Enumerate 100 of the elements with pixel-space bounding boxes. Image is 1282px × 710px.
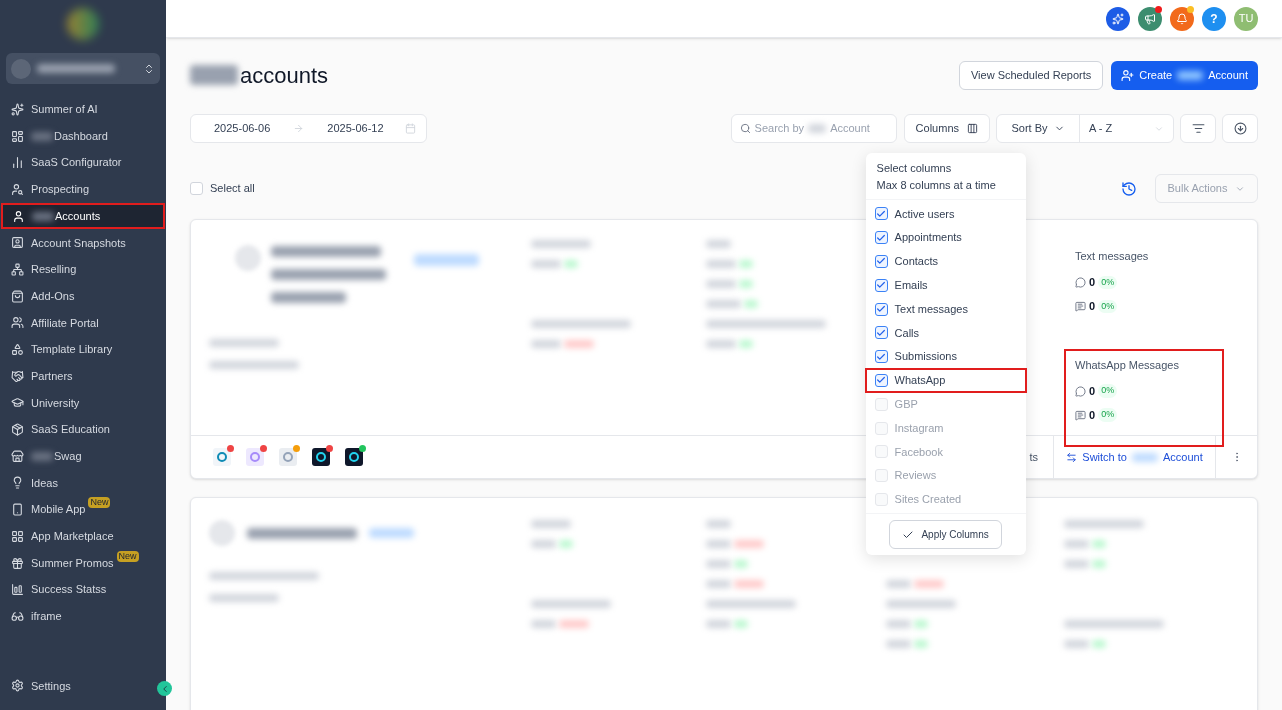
- sidebar-item[interactable]: App Marketplace: [0, 523, 166, 550]
- sidebar-item[interactable]: Partners: [0, 362, 166, 390]
- glasses-icon: [11, 609, 24, 623]
- checkbox[interactable]: [874, 350, 888, 364]
- sidebar-item[interactable]: Prospecting: [0, 176, 166, 203]
- history-icon[interactable]: [1121, 180, 1137, 197]
- blurred-text: [1177, 70, 1204, 80]
- column-option-label: WhatsApp: [894, 373, 946, 389]
- sidebar-item[interactable]: Ideas: [0, 469, 166, 497]
- integration-icon[interactable]: [345, 448, 363, 466]
- settings-icon: [11, 679, 24, 693]
- bag-icon: [11, 289, 24, 303]
- column-option-label: Contacts: [894, 254, 938, 270]
- blurred-avatar: [209, 520, 235, 546]
- check-icon: [876, 208, 887, 219]
- column-option[interactable]: WhatsApp: [865, 368, 1026, 393]
- column-option[interactable]: Calls: [865, 321, 1026, 345]
- checkbox[interactable]: [874, 255, 888, 268]
- blurred-text: [414, 254, 479, 266]
- blurred-text: [31, 451, 53, 461]
- sidebar-item[interactable]: Template Library: [0, 336, 166, 363]
- account-switcher[interactable]: [6, 53, 160, 84]
- stat-title: WhatsApp Messages: [1075, 357, 1180, 373]
- sidebar-item[interactable]: Affiliate Portal: [0, 309, 166, 337]
- sidebar-item[interactable]: Success Statss: [0, 576, 166, 604]
- blurred-text: [808, 124, 827, 133]
- blurred-text: [734, 580, 764, 588]
- blurred-text: [744, 300, 758, 308]
- checkbox[interactable]: [874, 278, 888, 292]
- column-option[interactable]: Appointments: [865, 225, 1026, 250]
- column-option[interactable]: Active users: [865, 202, 1026, 226]
- apply-columns-button[interactable]: Apply Columns: [889, 520, 1002, 550]
- sidebar-item-label: App Marketplace: [31, 529, 114, 545]
- collapse-sidebar-button[interactable]: [157, 681, 172, 696]
- sidebar-item[interactable]: Accounts: [1, 202, 165, 230]
- sidebar-item[interactable]: Summer Promos New: [0, 549, 166, 577]
- blurred-text: [209, 594, 279, 602]
- checkbox[interactable]: [874, 326, 888, 340]
- profile-card-icon: [11, 236, 24, 250]
- blurred-text: [706, 540, 731, 548]
- blurred-text: [914, 620, 928, 628]
- blurred-text: [559, 540, 573, 548]
- blurred-text: [531, 620, 556, 628]
- checkbox[interactable]: [874, 302, 888, 316]
- sidebar-item[interactable]: Swag: [0, 442, 166, 470]
- create-account-button[interactable]: Create Account: [1111, 60, 1258, 90]
- sidebar-item[interactable]: Mobile App New: [0, 496, 166, 523]
- lightbulb-icon: [11, 476, 24, 490]
- card-action-link[interactable]: ts: [1029, 448, 1053, 466]
- blurred-text: [564, 260, 578, 268]
- sparkles-button[interactable]: [1106, 6, 1130, 31]
- change-badge: 0%: [1098, 275, 1118, 290]
- sidebar-item[interactable]: Reselling: [0, 256, 166, 283]
- blurred-text: [531, 240, 591, 248]
- columns-button[interactable]: Columns: [903, 114, 990, 143]
- view-scheduled-reports-button[interactable]: View Scheduled Reports: [958, 60, 1104, 90]
- change-badge: 0%: [1098, 384, 1118, 398]
- sidebar-item[interactable]: Add-Ons: [0, 282, 166, 310]
- checkbox[interactable]: [874, 373, 888, 387]
- checkbox[interactable]: [874, 231, 888, 245]
- blurred-text: [886, 620, 911, 628]
- settings-link[interactable]: Settings: [31, 677, 71, 694]
- announcements-button[interactable]: [1138, 6, 1162, 31]
- download-button[interactable]: [1222, 114, 1258, 143]
- sidebar-item-label: Swag: [54, 449, 82, 465]
- sidebar-item[interactable]: Dashboard: [0, 122, 166, 150]
- column-option-label: GBP: [894, 397, 918, 412]
- columns-icon: [967, 123, 978, 134]
- column-option[interactable]: Text messages: [865, 297, 1026, 321]
- column-option-label: Emails: [894, 278, 928, 294]
- switch-account-button[interactable]: Switch to Account: [1053, 436, 1215, 478]
- blurred-text: [531, 340, 561, 348]
- blurred-text: [190, 65, 238, 85]
- blurred-text: [1064, 560, 1089, 568]
- column-option[interactable]: Contacts: [865, 249, 1026, 274]
- date-range-picker[interactable]: 2025-06-06 2025-06-12: [190, 114, 427, 143]
- sidebar-item[interactable]: University: [0, 389, 166, 417]
- notifications-button[interactable]: [1170, 6, 1194, 31]
- column-option-label: Active users: [894, 206, 955, 222]
- sidebar-item[interactable]: SaaS Configurator: [0, 149, 166, 177]
- sidebar-item[interactable]: Summer of AI: [0, 96, 166, 123]
- bell-icon: [1176, 12, 1188, 25]
- checkbox[interactable]: [874, 207, 888, 221]
- sidebar-item-label: Template Library: [31, 342, 113, 358]
- chat-bubble-icon: [1075, 385, 1086, 397]
- column-option[interactable]: Emails: [865, 273, 1026, 298]
- blurred-text: [914, 580, 944, 588]
- column-option[interactable]: Submissions: [865, 344, 1026, 369]
- chart-icon: [11, 156, 24, 170]
- blurred-text: [886, 640, 911, 648]
- sidebar-item-label: Affiliate Portal: [31, 315, 99, 331]
- sidebar-item[interactable]: iframe: [0, 603, 166, 630]
- blurred-text: [706, 240, 731, 248]
- integration-icon[interactable]: [312, 448, 330, 466]
- sidebar-item[interactable]: Account Snapshots: [0, 229, 166, 257]
- blurred-text: [1092, 560, 1106, 568]
- blurred-text: [706, 620, 731, 628]
- stat-title: Text messages: [1075, 249, 1150, 264]
- sidebar-item[interactable]: SaaS Education: [0, 416, 166, 443]
- column-option-label: Instagram: [894, 420, 944, 436]
